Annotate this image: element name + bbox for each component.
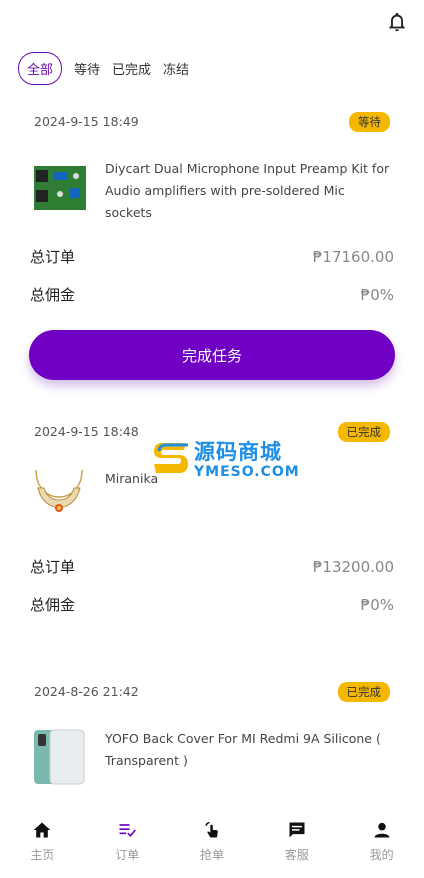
total-order-row: 总订单 ₱17160.00 (30, 246, 394, 267)
tab-all[interactable]: 全部 (18, 52, 63, 85)
commission-label: 总佣金 (30, 286, 76, 304)
status-badge: 已完成 (337, 682, 390, 702)
grab-order-icon (205, 821, 218, 838)
total-order-label: 总订单 (30, 558, 76, 576)
complete-task-button[interactable]: 完成任务 (29, 330, 395, 380)
order-date: 2024-8-26 21:42 (34, 684, 139, 699)
order-date: 2024-9-15 18:48 (34, 424, 139, 439)
chat-icon (289, 822, 305, 838)
product-name: Diycart Dual Microphone Input Preamp Kit… (105, 161, 390, 220)
total-order-row: 总订单 ₱13200.00 (30, 556, 394, 577)
total-order-value: ₱13200.00 (312, 557, 394, 576)
product-image (30, 728, 88, 786)
watermark-cn: 源码商城 (194, 440, 282, 464)
nav-grab-order[interactable]: 抢单 (170, 810, 255, 878)
home-icon (34, 822, 51, 838)
nav-chat[interactable]: 客服 (254, 810, 339, 878)
top-bar (0, 0, 424, 44)
status-badge: 等待 (349, 112, 390, 132)
commission-row: 总佣金 ₱0% (30, 594, 394, 615)
watermark-en: YMESO.COM (194, 464, 300, 480)
tab-waiting[interactable]: 等待 (74, 53, 100, 84)
orders-icon (119, 824, 137, 838)
nav-label: 主页 (30, 848, 55, 862)
bottom-nav: 主页 订单 抢单 客服 我的 (0, 810, 424, 878)
commission-row: 总佣金 ₱0% (30, 284, 394, 305)
commission-value: ₱0% (360, 595, 394, 614)
order-date: 2024-9-15 18:49 (34, 114, 139, 129)
nav-home[interactable]: 主页 (0, 810, 85, 878)
watermark-logo: 源码商城 YMESO.COM (150, 436, 300, 480)
product-image (30, 466, 88, 524)
watermark-s-icon (154, 443, 188, 473)
nav-label: 抢单 (199, 848, 224, 862)
nav-orders[interactable]: 订单 (85, 810, 170, 878)
tab-frozen[interactable]: 冻结 (163, 53, 189, 84)
bell-icon[interactable] (386, 10, 408, 34)
product-name: YOFO Back Cover For MI Redmi 9A Silicone… (105, 731, 381, 768)
commission-label: 总佣金 (30, 596, 76, 614)
product-image (30, 158, 88, 216)
nav-label: 客服 (284, 848, 309, 862)
user-icon (374, 822, 390, 838)
status-badge: 已完成 (337, 422, 390, 442)
total-order-label: 总订单 (30, 248, 76, 266)
total-order-value: ₱17160.00 (312, 247, 394, 266)
status-tabs: 全部 等待 已完成 冻结 (18, 52, 189, 85)
commission-value: ₱0% (360, 285, 394, 304)
nav-profile[interactable]: 我的 (339, 810, 424, 878)
tab-completed[interactable]: 已完成 (112, 53, 151, 84)
nav-label: 订单 (115, 848, 140, 862)
nav-label: 我的 (369, 848, 394, 862)
